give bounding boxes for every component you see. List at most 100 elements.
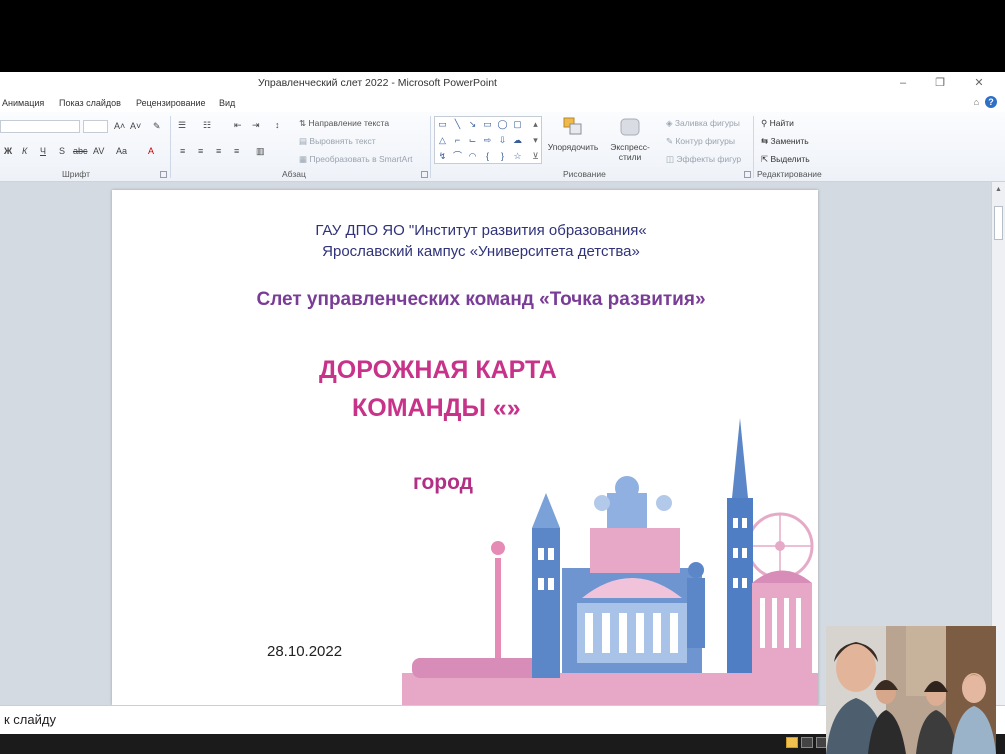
gallery-up-icon[interactable]: ▴ [530,119,541,130]
bullets-icon[interactable]: ☰ [178,120,186,131]
justify-icon[interactable]: ≡ [234,146,239,156]
paint-bucket-icon: ◈ [666,118,675,128]
replace-label: Заменить [770,136,809,146]
text-direction-button[interactable]: ⇅ Направление текста [299,118,389,129]
slide-title-line1[interactable]: ДОРОЖНАЯ КАРТА [319,356,557,385]
replace-button[interactable]: ⇆ Заменить [761,136,809,147]
right-arrow-shape-icon[interactable]: ⇨ [482,135,493,146]
close-button[interactable]: ✕ [969,75,989,91]
group-separator [430,116,431,178]
group-label-paragraph: Абзац [282,169,306,179]
shape-effects-label: Эффекты фигур [676,154,742,164]
minimize-ribbon-icon[interactable]: ⌂ [974,97,979,107]
spacing-button[interactable]: AV [93,146,104,156]
align-right-icon[interactable]: ≡ [216,146,221,156]
arrow-shape-icon[interactable]: ↘ [467,119,478,130]
tab-review[interactable]: Рецензирование [136,98,206,108]
scroll-thumb[interactable] [994,206,1003,240]
oval-shape-icon[interactable]: ◯ [497,119,508,130]
elbow-arrow-icon[interactable]: ⌙ [467,135,478,146]
textbox-shape-icon[interactable]: ▭ [437,119,448,130]
left-brace-shape-icon[interactable]: { [482,151,493,162]
tab-view[interactable]: Вид [219,98,235,108]
slide-org-line2[interactable]: Ярославский кампус «Университета детства… [112,243,818,260]
find-label: Найти [769,118,794,128]
shape-fill-label: Заливка фигуры [674,118,740,128]
change-case-button[interactable]: Aa [116,146,127,156]
shrink-font-icon[interactable]: A˅ [130,121,141,131]
curve-shape-icon[interactable]: ⌒ [452,151,463,162]
shape-outline-button[interactable]: ✎ Контур фигуры [666,136,735,147]
smartart-icon: ▦ [299,154,310,164]
text-direction-label: Направление текста [308,118,390,128]
slide-date[interactable]: 28.10.2022 [267,643,342,660]
group-label-drawing: Рисование [563,169,606,179]
drawing-dialog-launcher[interactable] [744,171,751,178]
italic-button[interactable]: К [22,146,27,156]
help-icon[interactable]: ? [985,96,997,108]
group-separator [753,116,754,178]
find-button[interactable]: ⚲ Найти [761,118,794,129]
shapes-gallery[interactable]: ▭ ╲ ↘ ▭ ◯ ▢ △ ⌐ ⌙ ⇨ ⇩ ☁ ↯ ⌒ ◠ { } ☆ ▴ ▾ [434,116,542,164]
quick-styles-icon [620,118,640,136]
select-button[interactable]: ⇱ Выделить [761,154,810,165]
tab-slideshow[interactable]: Показ слайдов [59,98,121,108]
freeform-shape-icon[interactable]: ↯ [437,151,448,162]
font-dialog-launcher[interactable] [160,171,167,178]
rounded-rect-shape-icon[interactable]: ▢ [512,119,523,130]
scroll-up-icon[interactable]: ▲ [995,186,1002,193]
underline-button[interactable]: Ч [40,146,46,156]
paragraph-dialog-launcher[interactable] [421,171,428,178]
font-name-combo[interactable] [0,120,80,133]
triangle-shape-icon[interactable]: △ [437,135,448,146]
minimize-button[interactable]: – [893,75,913,91]
align-left-icon[interactable]: ≡ [180,146,185,156]
cloud-shape-icon[interactable]: ☁ [512,135,523,146]
bold-button[interactable]: Ж [4,146,12,156]
restore-button[interactable]: ❐ [930,75,950,91]
line-spacing-icon[interactable]: ↕ [275,120,280,130]
clear-format-icon[interactable]: ✎ [153,121,161,132]
arc-shape-icon[interactable]: ◠ [467,151,478,162]
numbering-icon[interactable]: ☷ [203,120,211,131]
convert-smartart-button[interactable]: ▦ Преобразовать в SmartArt [299,154,413,165]
grow-font-icon[interactable]: A˄ [114,121,125,131]
align-center-icon[interactable]: ≡ [198,146,203,156]
window-title: Управленческий слет 2022 - Microsoft Pow… [258,77,497,89]
notes-text[interactable]: к слайду [4,712,56,727]
gallery-down-icon[interactable]: ▾ [530,135,541,146]
align-text-button[interactable]: ▤ Выровнять текст [299,136,376,147]
quick-styles-button[interactable]: Экспресс-стили [600,116,660,162]
slide-event-title[interactable]: Слет управленческих команд «Точка развит… [112,289,818,311]
slide-sorter-button[interactable] [801,737,813,748]
shape-fill-button[interactable]: ◈ Заливка фигуры [666,118,740,129]
effects-icon: ◫ [666,154,677,164]
group-separator [170,116,171,178]
columns-icon[interactable]: ▥ [256,146,265,157]
font-color-button[interactable]: A [148,146,154,156]
screen: Управленческий слет 2022 - Microsoft Pow… [0,0,1005,754]
elbow-connector-icon[interactable]: ⌐ [452,135,463,146]
gallery-more-icon[interactable]: ⊻ [530,151,541,162]
arrange-label: Упорядочить [547,142,599,152]
decrease-indent-icon[interactable]: ⇤ [234,120,242,131]
shape-effects-button[interactable]: ◫ Эффекты фигур [666,154,741,165]
increase-indent-icon[interactable]: ⇥ [252,120,260,131]
ribbon-tabs: Анимация Показ слайдов Рецензирование Ви… [0,94,1005,112]
convert-smartart-label: Преобразовать в SmartArt [309,154,413,164]
shadow-button[interactable]: S [59,146,65,156]
arrange-button[interactable]: Упорядочить [546,116,600,152]
quick-styles-label: Экспресс-стили [610,142,650,162]
strikethrough-button[interactable]: abc [73,146,88,156]
slide[interactable]: ГАУ ДПО ЯО "Институт развития образовани… [112,190,818,705]
down-arrow-shape-icon[interactable]: ⇩ [497,135,508,146]
tab-animation[interactable]: Анимация [2,98,44,108]
font-size-combo[interactable] [83,120,108,133]
align-text-icon: ▤ [299,136,310,146]
rectangle-shape-icon[interactable]: ▭ [482,119,493,130]
slide-org-line1[interactable]: ГАУ ДПО ЯО "Институт развития образовани… [112,222,818,239]
line-shape-icon[interactable]: ╲ [452,119,463,130]
normal-view-button[interactable] [786,737,798,748]
star-shape-icon[interactable]: ☆ [512,151,523,162]
right-brace-shape-icon[interactable]: } [497,151,508,162]
